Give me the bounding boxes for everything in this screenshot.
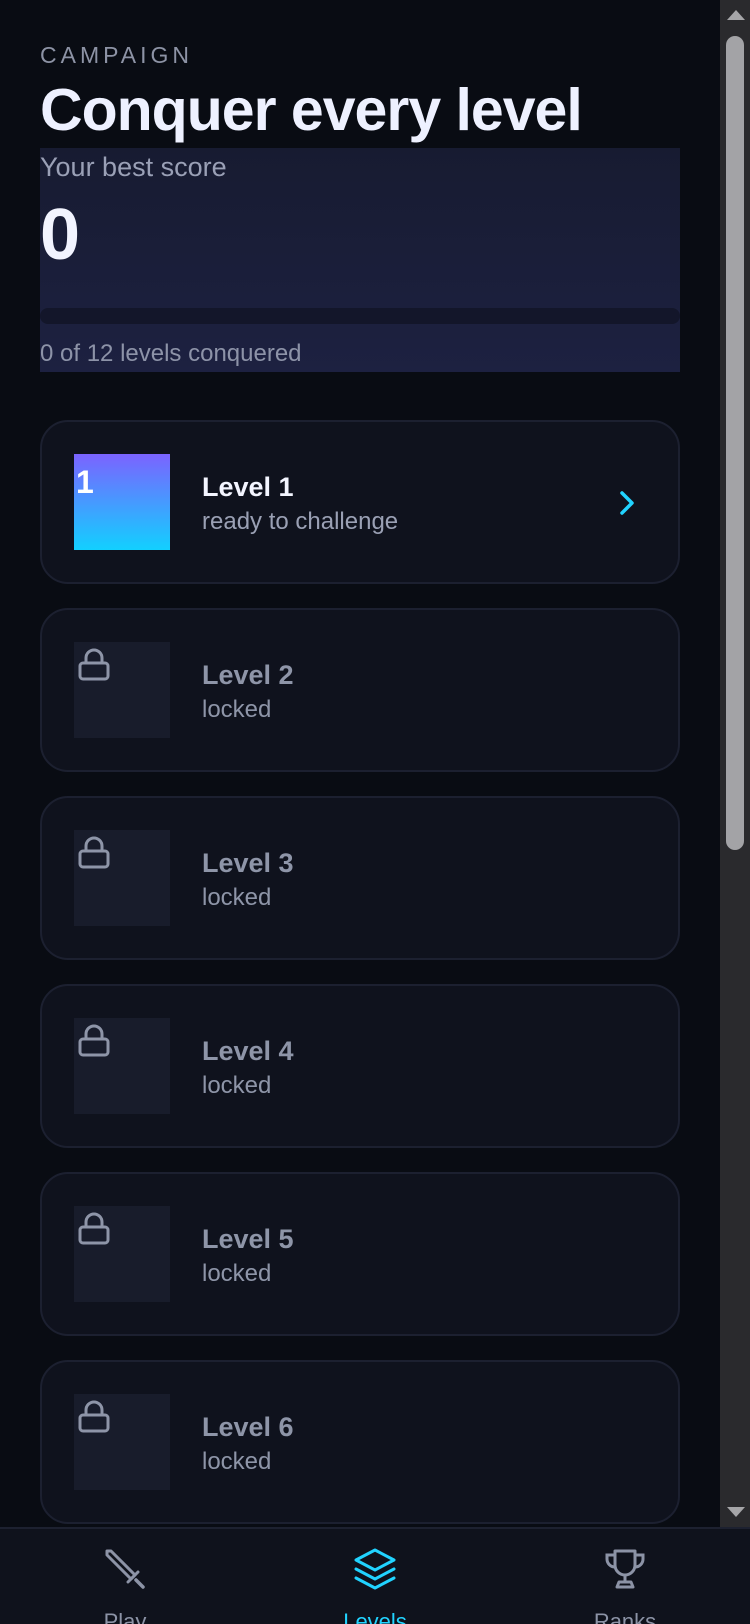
level-card-3[interactable]: Level 3 locked [40, 796, 680, 960]
level-card-1[interactable]: 1 Level 1 ready to challenge [40, 420, 680, 584]
level-thumbnail [74, 1206, 170, 1302]
level-name: Level 6 [202, 1412, 294, 1442]
level-name: Level 2 [202, 660, 294, 690]
level-name: Level 5 [202, 1224, 294, 1254]
level-card-6[interactable]: Level 6 locked [40, 1360, 680, 1524]
scroll-down-arrow-icon[interactable] [727, 1507, 745, 1517]
vertical-scrollbar[interactable] [720, 0, 750, 1527]
level-card-5[interactable]: Level 5 locked [40, 1172, 680, 1336]
level-status: ready to challenge [202, 508, 399, 535]
bottom-nav: Play Levels Ranks [0, 1527, 750, 1624]
trophy-icon [605, 1549, 645, 1589]
level-status: locked [202, 1072, 272, 1099]
lock-icon [78, 1400, 110, 1433]
level-thumbnail [74, 1394, 170, 1490]
level-name: Level 1 [202, 472, 294, 502]
lock-icon [78, 1024, 110, 1057]
levels-screen[interactable]: CAMPAIGN Conquer every level Your best s… [0, 0, 720, 1527]
score-value: 0 [40, 195, 81, 275]
scroll-up-arrow-icon[interactable] [727, 10, 745, 20]
layers-icon [354, 1548, 396, 1590]
level-list: 1 Level 1 ready to challenge Level 2 loc… [40, 420, 680, 1527]
level-thumbnail: 1 [74, 454, 170, 550]
nav-item-ranks[interactable]: Ranks [550, 1529, 700, 1624]
sword-icon [105, 1549, 145, 1589]
level-status: locked [202, 1260, 272, 1287]
level-number: 1 [76, 464, 94, 500]
section-eyebrow: CAMPAIGN [40, 42, 193, 68]
nav-label: Levels [343, 1609, 407, 1624]
score-label: Your best score [40, 152, 227, 182]
lock-icon [78, 648, 110, 681]
level-thumbnail [74, 830, 170, 926]
level-name: Level 3 [202, 848, 294, 878]
level-thumbnail [74, 642, 170, 738]
level-thumbnail [74, 1018, 170, 1114]
lock-icon [78, 1212, 110, 1245]
score-card: Your best score 0 0 of 12 levels conquer… [40, 148, 680, 372]
level-status: locked [202, 696, 272, 723]
nav-item-play[interactable]: Play [50, 1529, 200, 1624]
nav-item-levels[interactable]: Levels [300, 1529, 450, 1624]
level-status: locked [202, 884, 272, 911]
nav-label: Ranks [593, 1609, 657, 1624]
level-status: locked [202, 1448, 272, 1475]
progress-text: 0 of 12 levels conquered [40, 340, 302, 367]
scrollbar-thumb[interactable] [726, 36, 744, 850]
page-title: Conquer every level [40, 77, 583, 143]
level-card-2[interactable]: Level 2 locked [40, 608, 680, 772]
lock-icon [78, 836, 110, 869]
level-name: Level 4 [202, 1036, 294, 1066]
progress-bar [40, 308, 680, 324]
chevron-right-icon[interactable] [614, 488, 640, 518]
nav-label: Play [103, 1609, 147, 1624]
level-card-4[interactable]: Level 4 locked [40, 984, 680, 1148]
